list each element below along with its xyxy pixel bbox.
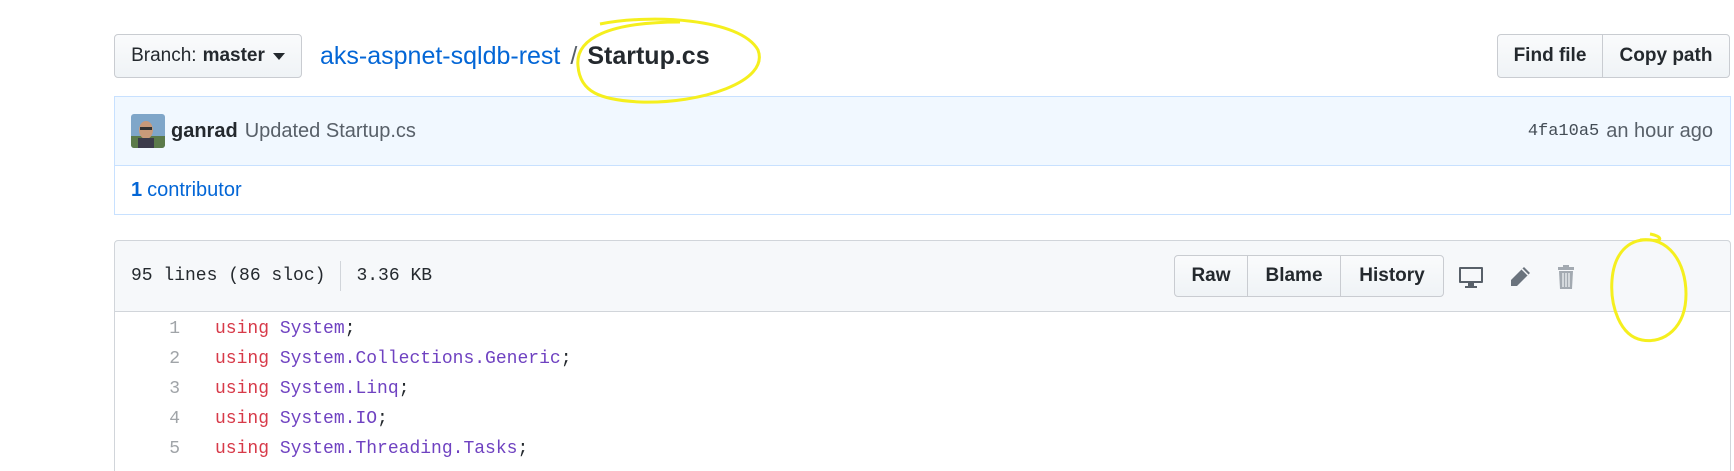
line-number[interactable]: 3 — [115, 379, 180, 399]
commit-author[interactable]: ganrad — [171, 120, 238, 143]
divider — [340, 261, 342, 291]
branch-label: Branch: — [131, 45, 197, 66]
breadcrumb: aks-aspnet-sqldb-rest / Startup.cs — [320, 36, 710, 76]
blame-button[interactable]: Blame — [1247, 255, 1341, 297]
contributor-label: contributor — [147, 178, 242, 201]
branch-select-button[interactable]: Branch: master — [114, 34, 302, 78]
line-number[interactable]: 1 — [115, 319, 180, 339]
file-size: 3.36 KB — [356, 266, 433, 286]
caret-down-icon — [272, 52, 285, 60]
pencil-icon[interactable] — [1505, 262, 1535, 292]
file-lines-info: 95 lines (86 sloc) — [131, 266, 326, 286]
desktop-icon[interactable] — [1456, 262, 1486, 292]
history-button[interactable]: History — [1340, 255, 1444, 297]
commit-message[interactable]: Updated Startup.cs — [245, 120, 416, 143]
find-file-button[interactable]: Find file — [1497, 34, 1603, 78]
file-name: Startup.cs — [587, 41, 710, 70]
commit-sha[interactable]: 4fa10a5 — [1528, 122, 1599, 141]
code-line: 4 using System.IO; — [115, 402, 388, 435]
commit-time: an hour ago — [1606, 119, 1713, 142]
contributor-count: 1 — [131, 178, 143, 201]
branch-name: master — [202, 45, 265, 66]
avatar[interactable] — [131, 114, 165, 148]
path-separator: / — [570, 41, 578, 70]
commit-meta: 4fa10a5 an hour ago — [1528, 97, 1713, 165]
raw-button[interactable]: Raw — [1174, 255, 1248, 297]
code-view: 1 using System; 2 using System.Collectio… — [114, 311, 1731, 471]
latest-commit-bar: ganrad Updated Startup.cs 4fa10a5 an hou… — [114, 96, 1731, 166]
trash-icon[interactable] — [1551, 262, 1581, 292]
contributors-bar[interactable]: 1 contributor — [114, 165, 1731, 215]
code-line: 5 using System.Threading.Tasks; — [115, 432, 528, 465]
line-number[interactable]: 5 — [115, 439, 180, 459]
line-number[interactable]: 2 — [115, 349, 180, 369]
line-number[interactable]: 4 — [115, 409, 180, 429]
code-line: 2 using System.Collections.Generic; — [115, 342, 571, 375]
repo-link[interactable]: aks-aspnet-sqldb-rest — [320, 42, 560, 71]
file-info: 95 lines (86 sloc) 3.36 KB — [131, 241, 432, 311]
code-line: 3 using System.Linq; — [115, 372, 409, 405]
code-line: 1 using System; — [115, 312, 355, 345]
file-header: 95 lines (86 sloc) 3.36 KB — [114, 240, 1731, 312]
copy-path-button[interactable]: Copy path — [1602, 34, 1730, 78]
